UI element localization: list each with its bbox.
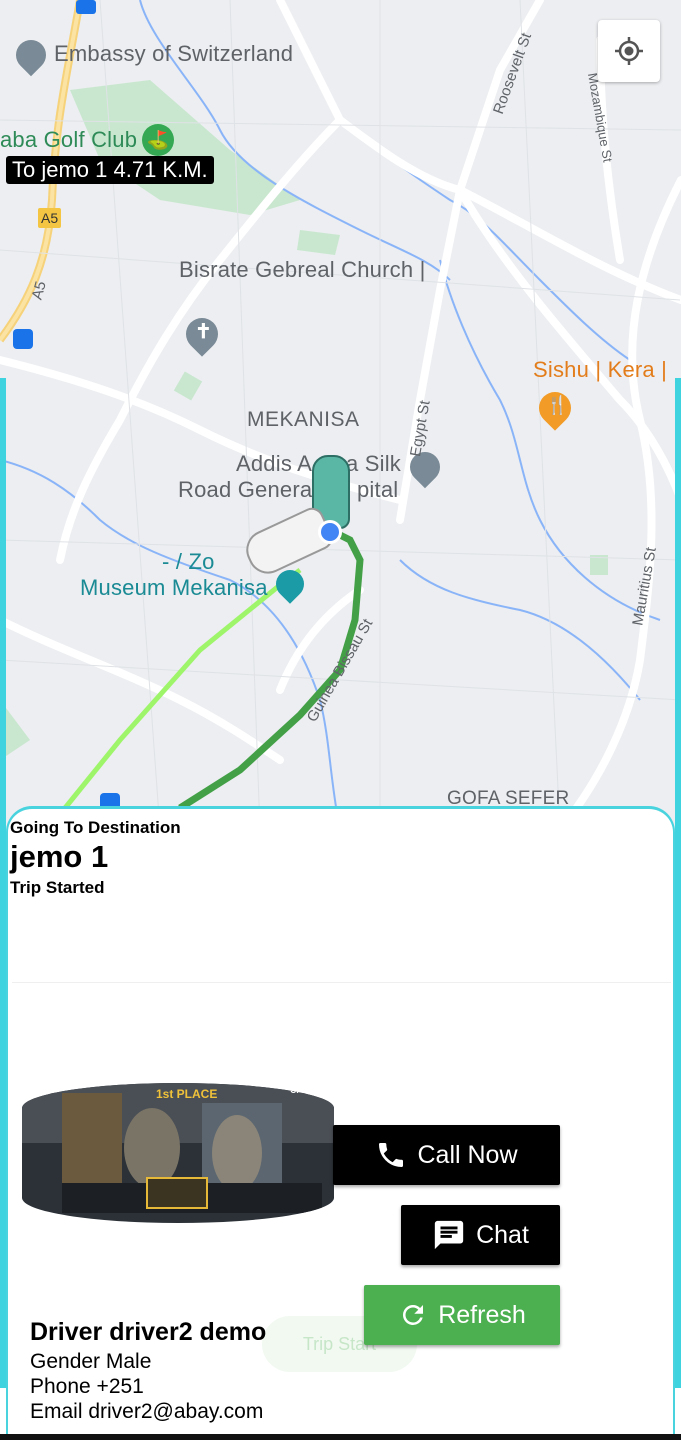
refresh-button[interactable]: Refresh <box>364 1285 560 1345</box>
chat-button[interactable]: Chat <box>401 1205 560 1265</box>
distance-tag: To jemo 1 4.71 K.M. <box>6 156 214 184</box>
map-label-hospital-2b[interactable]: pital <box>357 477 398 503</box>
bus-stop-icon[interactable] <box>76 0 96 14</box>
phone-icon <box>379 1143 404 1167</box>
map-label-museum[interactable]: Museum Mekanisa <box>80 575 268 601</box>
chat-label: Chat <box>476 1220 529 1249</box>
trip-status: Trip Started <box>10 878 105 897</box>
church-cross-icon: ✝ <box>195 321 212 343</box>
my-location-button[interactable] <box>598 20 660 82</box>
map-view[interactable]: Embassy of Switzerland aba Golf Club ⛳ T… <box>0 0 681 830</box>
call-now-label: Call Now <box>417 1140 518 1169</box>
driver-name: Driver driver2 demo <box>30 1318 267 1346</box>
driver-email[interactable]: Email driver2@abay.com <box>30 1400 263 1424</box>
going-label: Going To Destination <box>10 818 181 837</box>
map-label-church[interactable]: Bisrate Gebreal Church | <box>179 257 426 283</box>
destination-name: jemo 1 <box>10 839 109 874</box>
map-label-zoo[interactable]: - / Zo <box>162 549 215 575</box>
locate-icon <box>615 37 643 65</box>
avatar-brand-text: CALL·DUTY <box>290 1085 334 1095</box>
current-location-dot <box>318 520 342 544</box>
chat-icon <box>434 1220 464 1250</box>
map-label-hospital-1[interactable]: Addis A <box>236 451 312 477</box>
road-shield-a5: A5 <box>38 208 62 228</box>
bottom-edge <box>0 1434 681 1440</box>
fork-knife-icon: 🍴 <box>546 395 569 415</box>
bus-stop-icon[interactable] <box>13 329 33 349</box>
map-label-hospital-2[interactable]: Road Genera <box>178 477 312 503</box>
driver-gender: Gender Male <box>30 1350 152 1373</box>
call-now-button[interactable]: Call Now <box>333 1125 560 1185</box>
refresh-icon <box>403 1305 424 1325</box>
refresh-label: Refresh <box>438 1300 526 1329</box>
driver-phone[interactable]: Phone +251 <box>30 1375 144 1399</box>
map-label-sishu[interactable]: Sishu | Kera | <box>533 357 667 383</box>
golf-icon[interactable]: ⛳ <box>142 124 174 156</box>
map-label-embassy[interactable]: Embassy of Switzerland <box>54 41 293 67</box>
driver-avatar: 1st PLACE CALL·DUTY <box>22 1083 334 1223</box>
map-label-golf[interactable]: aba Golf Club <box>0 127 137 153</box>
map-label-hospital-1b[interactable]: a Silk <box>346 451 401 477</box>
map-label-mekanisa: MEKANISA <box>247 408 360 431</box>
right-accent-bar <box>675 378 681 1388</box>
avatar-place-text: 1st PLACE <box>156 1087 218 1101</box>
